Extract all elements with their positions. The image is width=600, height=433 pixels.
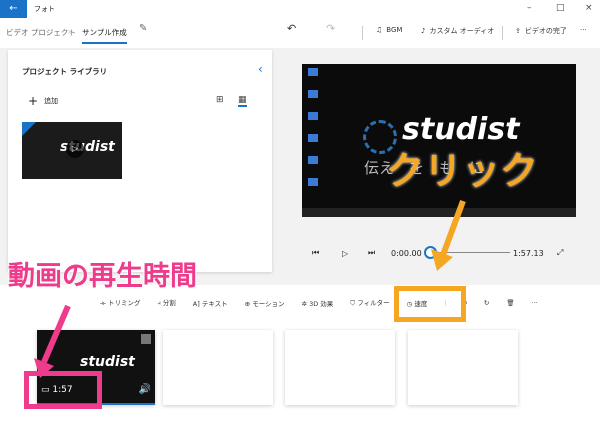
select-checkbox[interactable] [141, 334, 151, 344]
person-audio-icon: ♪ [421, 27, 426, 35]
custom-audio-label: カスタム オーディオ [429, 27, 495, 35]
pink-arrow-icon [34, 304, 71, 378]
maximize-button[interactable]: □ [556, 3, 565, 13]
collapse-chevron-icon[interactable]: ‹ [258, 62, 263, 76]
rotate-icon[interactable]: ↻ [484, 299, 489, 307]
minimize-button[interactable]: – [527, 3, 532, 13]
filters-button[interactable]: ⛉ フィルター [350, 297, 389, 308]
library-video-thumbnail[interactable]: studist ▷ [22, 122, 122, 179]
annotation-click-label: クリック [386, 149, 539, 193]
large-grid-icon[interactable]: ⊞ [216, 95, 224, 105]
text-label: テキスト [201, 299, 228, 308]
current-time: 0:00.00 [391, 248, 422, 258]
motion-label: モーション [252, 299, 285, 308]
clip-text: studist [80, 354, 135, 370]
selected-corner [22, 122, 36, 136]
trim-label: トリミング [107, 299, 141, 307]
music-note-icon: ♫ [376, 26, 383, 34]
motion-button[interactable]: ⊕ モーション [245, 298, 285, 308]
app-title: フォト [34, 5, 55, 13]
empty-clip-slot[interactable] [408, 330, 518, 405]
project-library-panel: プロジェクト ライブラリ ‹ + 追加 ⊞ ▦ studist ▷ [8, 50, 272, 272]
annotation-duration-label: 動画の再生時間 [8, 261, 197, 292]
step-back-icon[interactable]: ⏮ [312, 248, 319, 258]
3d-effects-label: 3D 効果 [309, 299, 334, 308]
add-label: 追加 [44, 97, 59, 105]
more-button[interactable]: ··· [580, 26, 587, 34]
more-button[interactable]: ··· [532, 299, 538, 307]
custom-audio-button[interactable]: ♪ カスタム オーディオ [421, 26, 494, 36]
close-button[interactable]: × [585, 3, 593, 13]
title-bar: ← フォト – □ × [0, 0, 600, 18]
finish-label: ビデオの完了 [524, 27, 567, 35]
small-grid-icon[interactable]: ▦ [238, 95, 247, 107]
undo-button[interactable]: ↶ [287, 22, 296, 35]
orange-arrow-icon [431, 199, 466, 271]
split-button[interactable]: ⫞ 分割 [157, 297, 175, 308]
annotation-speed-box [394, 286, 466, 322]
trim-button[interactable]: ⟛ トリミング [100, 297, 140, 308]
add-button[interactable]: + 追加 [28, 94, 58, 108]
volume-icon[interactable]: 🔊 [139, 384, 151, 395]
header-toolbar: ビデオ プロジェクト › サンプル作成 ✎ ↶ ↷ ♫ BGM ♪ カスタム オーデ… [0, 18, 600, 48]
step-forward-icon[interactable]: ⏭ [368, 248, 375, 258]
share-icon: ⇪ [515, 27, 521, 35]
desktop-icons [308, 68, 318, 188]
fullscreen-icon[interactable]: ⤢ [557, 248, 563, 258]
divider [362, 26, 363, 40]
redo-button[interactable]: ↷ [326, 22, 335, 35]
3d-effects-button[interactable]: ✲ 3D 効果 [302, 298, 334, 308]
finish-video-button[interactable]: ⇪ ビデオの完了 [515, 26, 567, 36]
play-icon[interactable]: ▷ [342, 249, 348, 258]
filters-label: フィルター [357, 299, 390, 307]
pencil-icon[interactable]: ✎ [139, 23, 147, 34]
bgm-label: BGM [386, 26, 403, 34]
delete-icon[interactable]: 🗑 [506, 299, 514, 307]
divider [502, 26, 503, 40]
breadcrumb-video-projects[interactable]: ビデオ プロジェクト [6, 27, 76, 38]
total-time: 1:57.13 [513, 248, 544, 258]
text-button[interactable]: A] テキスト [193, 298, 228, 308]
breadcrumb-chevron-icon: › [68, 27, 71, 36]
annotation-duration-box [24, 371, 102, 409]
empty-clip-slot[interactable] [285, 330, 395, 405]
library-title: プロジェクト ライブラリ [22, 67, 108, 76]
plus-icon: + [28, 94, 39, 108]
breadcrumb-project-name: サンプル作成 [82, 27, 127, 44]
split-label: 分割 [162, 299, 176, 307]
play-icon[interactable]: ▷ [66, 140, 84, 158]
empty-clip-slot[interactable] [163, 330, 273, 405]
bgm-button[interactable]: ♫ BGM [376, 26, 402, 34]
back-button[interactable]: ← [0, 0, 27, 18]
edit-toolbar: ⟛ トリミング ⫞ 分割 A] テキスト ⊕ モーション ✲ 3D 効果 ⛉ フ… [100, 297, 538, 308]
